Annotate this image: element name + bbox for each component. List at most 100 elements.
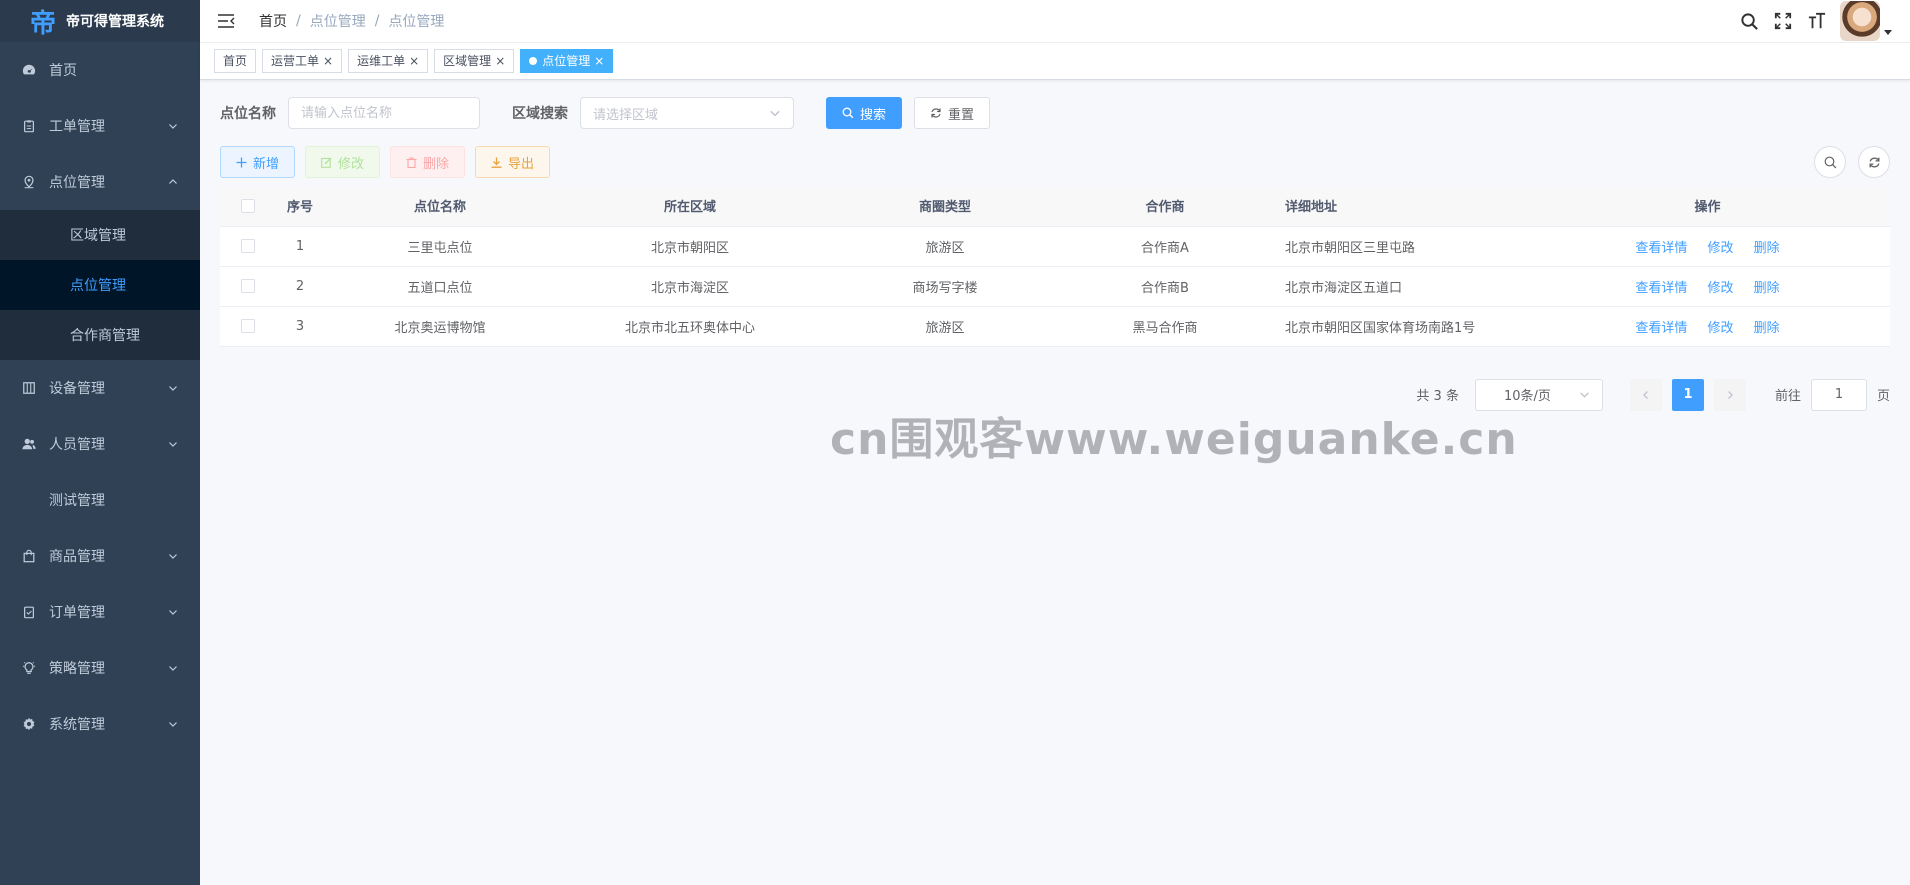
delete-link[interactable]: 删除 <box>1754 241 1780 256</box>
tag-maint-workorder[interactable]: 运维工单 × <box>348 49 429 73</box>
select-all-checkbox[interactable] <box>240 198 255 213</box>
sidebar-item-home[interactable]: 首页 <box>0 42 200 98</box>
sidebar-item-location[interactable]: 点位管理 <box>0 154 200 210</box>
cell-partner: 黑马合作商 <box>1065 306 1265 347</box>
reset-button[interactable]: 重置 <box>914 97 991 129</box>
sidebar-item-goods[interactable]: 商品管理 <box>0 528 200 584</box>
goto-page-input[interactable] <box>1810 378 1867 411</box>
right-toolbar <box>1802 146 1890 178</box>
table-toolbar: 新增 修改 删除 导出 <box>220 146 1890 178</box>
prev-page-button[interactable] <box>1629 378 1662 411</box>
sidebar-subitem-partner[interactable]: 合作商管理 <box>0 310 200 360</box>
sidebar-item-device[interactable]: 设备管理 <box>0 360 200 416</box>
sidebar-subitem-label: 区域管理 <box>70 228 126 244</box>
table-row: 3 北京奥运博物馆 北京市北五环奥体中心 旅游区 黑马合作商 北京市朝阳区国家体… <box>220 306 1890 347</box>
tag-location-mgmt[interactable]: 点位管理 × <box>520 49 614 73</box>
toggle-search-button[interactable] <box>1814 146 1846 178</box>
cell-name: 五道口点位 <box>325 266 555 307</box>
row-checkbox[interactable] <box>240 319 255 333</box>
close-icon[interactable]: × <box>323 50 333 72</box>
location-name-input[interactable] <box>288 97 480 129</box>
close-icon[interactable]: × <box>409 50 419 72</box>
add-button-label: 新增 <box>253 156 280 172</box>
main-area: 首页 / 点位管理 / 点位管理 首页 运营工单 × 运维工单 × 区域管理 × 点位… <box>200 0 1910 885</box>
edit-link[interactable]: 修改 <box>1707 321 1733 336</box>
people-icon <box>20 435 38 453</box>
row-checkbox[interactable] <box>240 279 255 293</box>
page-content: 点位名称 区域搜索 请选择区域 搜索 重置 新增 修改 <box>200 80 1910 428</box>
sidebar-subitem-label: 点位管理 <box>70 278 126 294</box>
app-logo[interactable]: 帝 帝可得管理系统 <box>0 0 200 42</box>
row-checkbox[interactable] <box>240 239 255 253</box>
caret-down-icon[interactable] <box>1884 28 1892 36</box>
sidebar-item-label: 工单管理 <box>49 119 105 135</box>
tag-ops-workorder[interactable]: 运营工单 × <box>262 49 343 73</box>
edit-button[interactable]: 修改 <box>305 146 381 178</box>
search-icon[interactable] <box>1738 10 1760 32</box>
region-select[interactable]: 请选择区域 <box>580 97 794 129</box>
sidebar-item-system[interactable]: 系统管理 <box>0 696 200 752</box>
row-select-cell <box>220 226 275 267</box>
cell-business: 商场写字楼 <box>825 266 1065 307</box>
table-row: 1 三里屯点位 北京市朝阳区 旅游区 合作商A 北京市朝阳区三里屯路 查看详情 … <box>220 226 1890 267</box>
chevron-down-icon <box>169 442 177 447</box>
sidebar-subitem-location[interactable]: 点位管理 <box>0 260 200 310</box>
edit-link[interactable]: 修改 <box>1707 241 1733 256</box>
order-icon <box>20 603 38 621</box>
sidebar-subitem-region[interactable]: 区域管理 <box>0 210 200 260</box>
refresh-button[interactable] <box>1858 146 1890 178</box>
cell-partner: 合作商B <box>1065 266 1265 307</box>
bulb-icon <box>20 659 38 677</box>
view-detail-link[interactable]: 查看详情 <box>1635 281 1687 296</box>
view-detail-link[interactable]: 查看详情 <box>1635 241 1687 256</box>
chevron-down-icon <box>169 610 177 615</box>
page-number-1[interactable]: 1 <box>1671 378 1704 411</box>
sidebar-item-people[interactable]: 人员管理 <box>0 416 200 472</box>
sidebar-item-label: 点位管理 <box>49 175 105 191</box>
cell-index: 1 <box>275 226 325 267</box>
region-select-placeholder: 请选择区域 <box>593 107 659 123</box>
row-select-cell <box>220 306 275 347</box>
cell-address: 北京市朝阳区国家体育场南路1号 <box>1265 306 1525 347</box>
avatar[interactable] <box>1840 1 1880 41</box>
export-button[interactable]: 导出 <box>475 146 551 178</box>
trash-icon <box>406 156 417 168</box>
delete-button[interactable]: 删除 <box>390 146 466 178</box>
watermark: cn围观客www.weiguanke.cn <box>830 414 1518 465</box>
cell-ops: 查看详情 修改 删除 <box>1525 306 1890 347</box>
region-search-label: 区域搜索 <box>512 106 568 122</box>
search-form: 点位名称 区域搜索 请选择区域 搜索 重置 <box>220 97 1890 129</box>
tag-region-mgmt[interactable]: 区域管理 × <box>434 49 515 73</box>
sidebar-item-label: 测试管理 <box>49 493 105 509</box>
breadcrumb-home[interactable]: 首页 <box>259 11 287 31</box>
sidebar-item-label: 商品管理 <box>49 549 105 565</box>
sidebar: 帝 帝可得管理系统 首页 工单管理 点位管理 区域管理 点位管理 合作商管理 设… <box>0 0 200 885</box>
edit-link[interactable]: 修改 <box>1707 281 1733 296</box>
close-icon[interactable]: × <box>594 50 604 72</box>
font-size-icon[interactable] <box>1806 10 1828 32</box>
cell-region: 北京市海淀区 <box>555 266 825 307</box>
next-page-button[interactable] <box>1713 378 1746 411</box>
hamburger-icon[interactable] <box>217 12 235 30</box>
top-navbar: 首页 / 点位管理 / 点位管理 <box>200 0 1910 42</box>
delete-link[interactable]: 删除 <box>1754 321 1780 336</box>
chevron-down-icon <box>169 124 177 129</box>
location-table: 序号 点位名称 所在区域 商圈类型 合作商 详细地址 操作 1 三里屯点位 北京… <box>220 186 1890 347</box>
close-icon[interactable]: × <box>495 50 505 72</box>
breadcrumb-separator: / <box>296 13 301 29</box>
sidebar-item-test[interactable]: 测试管理 <box>0 472 200 528</box>
search-icon <box>1824 156 1836 168</box>
sidebar-item-workorder[interactable]: 工单管理 <box>0 98 200 154</box>
delete-link[interactable]: 删除 <box>1754 281 1780 296</box>
breadcrumb-location-mgmt: 点位管理 <box>309 14 366 30</box>
add-button[interactable]: 新增 <box>220 146 296 178</box>
sidebar-item-order[interactable]: 订单管理 <box>0 584 200 640</box>
fullscreen-icon[interactable] <box>1772 10 1794 32</box>
tag-label: 点位管理 <box>542 54 591 68</box>
edit-icon <box>321 157 332 168</box>
dashboard-icon <box>20 61 38 79</box>
tag-home[interactable]: 首页 <box>214 49 257 73</box>
view-detail-link[interactable]: 查看详情 <box>1635 321 1687 336</box>
search-button[interactable]: 搜索 <box>826 97 903 129</box>
sidebar-item-strategy[interactable]: 策略管理 <box>0 640 200 696</box>
